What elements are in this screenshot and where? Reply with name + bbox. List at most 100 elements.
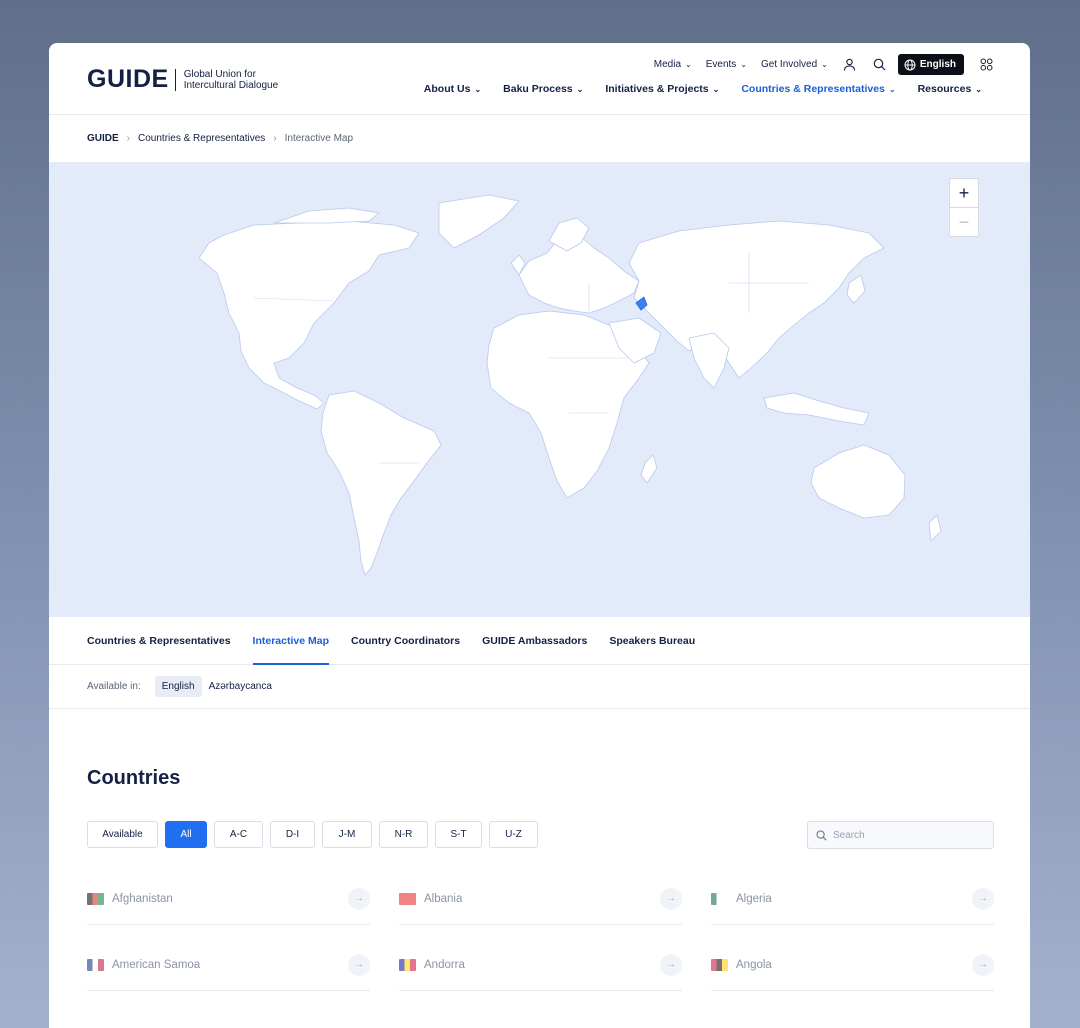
nav-baku-process[interactable]: Baku Process ⌄ <box>503 83 583 95</box>
map-australia <box>810 444 906 519</box>
map-asia <box>628 220 885 379</box>
utility-nav: Media ⌄ Events ⌄ Get Involved ⌄ English <box>640 54 994 75</box>
country-item[interactable]: Angola → <box>711 939 994 991</box>
globe-icon <box>904 59 916 70</box>
chevron-down-icon: ⌄ <box>712 84 720 94</box>
nav-label: Baku Process <box>503 83 573 95</box>
country-flag-icon <box>399 892 416 905</box>
availability-option-azerbaijani[interactable]: Azərbaycanca <box>202 676 279 697</box>
arrow-right-icon[interactable]: → <box>972 887 994 910</box>
search-icon[interactable] <box>872 57 888 73</box>
main-nav: About Us ⌄ Baku Process ⌄ Initiatives & Pr… <box>402 83 982 95</box>
chevron-down-icon: ⌄ <box>888 84 896 94</box>
filter-s-t[interactable]: S-T <box>435 821 482 848</box>
alphabet-filters: Available All A-C D-I J-M N-R S-T U-Z <box>87 821 538 848</box>
language-button[interactable]: English <box>897 54 964 75</box>
nav-label: Initiatives & Projects <box>605 83 709 95</box>
top-link-label: Get Involved <box>761 59 818 70</box>
countries-heading: Countries <box>87 767 181 789</box>
map-europe <box>518 234 640 314</box>
map-japan <box>846 274 866 304</box>
country-item[interactable]: Andorra → <box>399 939 682 991</box>
browser-window: GUIDE Global Union for Intercultural Dia… <box>49 43 1030 1028</box>
logo-wordmark: GUIDE <box>87 65 169 93</box>
map-zoom-controls: + − <box>949 178 979 237</box>
country-name: Algeria <box>736 892 772 905</box>
country-name: Afghanistan <box>112 892 173 905</box>
tab-speakers-bureau[interactable]: Speakers Bureau <box>609 617 695 664</box>
logo-tagline: Global Union for Intercultural Dialogue <box>184 69 279 91</box>
nav-initiatives-projects[interactable]: Initiatives & Projects ⌄ <box>605 83 719 95</box>
chevron-down-icon: ⌄ <box>740 60 748 69</box>
arrow-right-icon[interactable]: → <box>972 953 994 976</box>
tab-countries-representatives[interactable]: Countries & Representatives <box>87 617 231 664</box>
nav-label: About Us <box>423 83 471 95</box>
nav-countries-representatives[interactable]: Countries & Representatives ⌄ <box>741 83 895 95</box>
logo-tagline-line-1: Global Union for <box>183 68 256 80</box>
country-item[interactable]: American Samoa → <box>87 939 370 991</box>
arrow-right-icon[interactable]: → <box>660 953 682 976</box>
breadcrumb-current: Interactive Map <box>284 133 354 144</box>
filter-d-i[interactable]: D-I <box>270 821 315 848</box>
map-se-asia-islands <box>763 392 870 426</box>
chevron-right-icon: › <box>126 133 131 144</box>
breadcrumb: GUIDE › Countries & Representatives › In… <box>49 115 1030 163</box>
country-search[interactable] <box>807 821 994 849</box>
site-logo[interactable]: GUIDE Global Union for Intercultural Dia… <box>87 65 278 94</box>
breadcrumb-countries[interactable]: Countries & Representatives <box>138 133 265 144</box>
top-link-media[interactable]: Media ⌄ <box>654 59 692 70</box>
filter-j-m[interactable]: J-M <box>322 821 372 848</box>
chevron-down-icon: ⌄ <box>576 84 584 94</box>
tab-country-coordinators[interactable]: Country Coordinators <box>351 617 460 664</box>
tab-guide-ambassadors[interactable]: GUIDE Ambassadors <box>482 617 587 664</box>
country-flag-icon <box>711 892 728 905</box>
country-flag-icon <box>711 958 728 971</box>
zoom-out-button[interactable]: − <box>950 208 978 237</box>
apps-grid-icon[interactable] <box>978 57 994 73</box>
filter-u-z[interactable]: U-Z <box>489 821 538 848</box>
tab-interactive-map[interactable]: Interactive Map <box>252 617 330 665</box>
nav-resources[interactable]: Resources ⌄ <box>918 83 982 95</box>
nav-about-us[interactable]: About Us ⌄ <box>424 83 481 95</box>
language-availability: Available in: English Azərbaycanca <box>49 665 1030 709</box>
country-search-input[interactable] <box>833 829 983 841</box>
country-flag-icon <box>87 958 104 971</box>
filter-available[interactable]: Available <box>87 821 158 848</box>
country-name: Angola <box>736 958 772 971</box>
country-name: American Samoa <box>112 958 201 971</box>
country-item[interactable]: Algeria → <box>711 873 994 925</box>
top-link-get-involved[interactable]: Get Involved ⌄ <box>761 59 828 70</box>
availability-option-english[interactable]: English <box>154 676 202 697</box>
map-madagascar <box>640 454 658 484</box>
top-link-label: Events <box>705 59 737 70</box>
filter-a-c[interactable]: A-C <box>214 821 263 848</box>
language-button-label: English <box>919 59 956 70</box>
map-south-america <box>320 390 442 576</box>
map-greenland <box>438 194 520 249</box>
breadcrumb-home[interactable]: GUIDE <box>87 133 119 144</box>
country-flag-icon <box>399 958 416 971</box>
arrow-right-icon[interactable]: → <box>348 887 370 910</box>
filter-all[interactable]: All <box>165 821 207 848</box>
filter-n-r[interactable]: N-R <box>379 821 428 848</box>
logo-tagline-line-2: Intercultural Dialogue <box>183 79 279 91</box>
country-item[interactable]: Afghanistan → <box>87 873 370 925</box>
arrow-right-icon[interactable]: → <box>348 953 370 976</box>
country-item[interactable]: Albania → <box>399 873 682 925</box>
top-link-label: Media <box>653 59 682 70</box>
arrow-right-icon[interactable]: → <box>660 887 682 910</box>
availability-label: Available in: <box>87 681 141 692</box>
world-map-svg[interactable] <box>49 163 1030 617</box>
map-north-america <box>198 220 420 410</box>
chevron-down-icon: ⌄ <box>685 60 692 69</box>
chevron-down-icon: ⌄ <box>474 84 482 94</box>
top-link-events[interactable]: Events ⌄ <box>706 59 747 70</box>
search-icon <box>816 829 827 841</box>
interactive-world-map[interactable]: + − <box>49 163 1030 617</box>
map-canada-north <box>273 207 380 224</box>
site-header: GUIDE Global Union for Intercultural Dia… <box>49 43 1030 115</box>
zoom-in-button[interactable]: + <box>950 179 978 208</box>
user-icon[interactable] <box>842 57 858 73</box>
country-name: Albania <box>424 892 463 905</box>
chevron-right-icon: › <box>273 133 277 144</box>
